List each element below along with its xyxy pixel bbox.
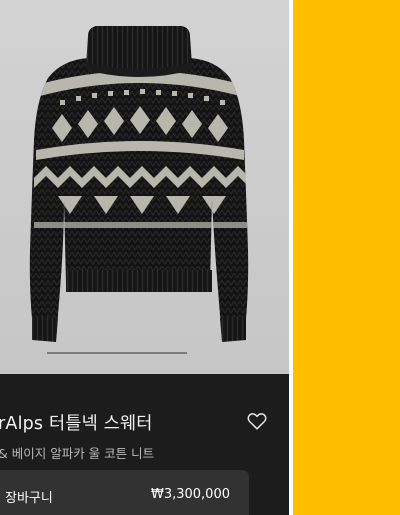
sweater-illustration (29, 26, 249, 342)
product-card: rAlps 터틀넥 스웨터 & 베이지 알파카 울 코튼 니트 장바구니 ₩3,… (0, 0, 289, 515)
sweater-collar (86, 26, 192, 77)
heart-outline-icon (247, 413, 267, 430)
add-to-cart-button[interactable]: 장바구니 ₩3,300,000 (0, 470, 249, 515)
sweater-hem (66, 270, 212, 292)
product-title: rAlps 터틀넥 스웨터 (0, 414, 153, 434)
carousel-indicator[interactable] (47, 352, 187, 354)
wishlist-button[interactable] (246, 410, 268, 432)
accent-panel (293, 0, 400, 515)
cart-label: 장바구니 (5, 491, 53, 506)
product-subtitle: & 베이지 알파카 울 코튼 니트 (0, 446, 155, 461)
product-image[interactable] (0, 0, 289, 374)
cart-price: ₩3,300,000 (150, 487, 230, 502)
